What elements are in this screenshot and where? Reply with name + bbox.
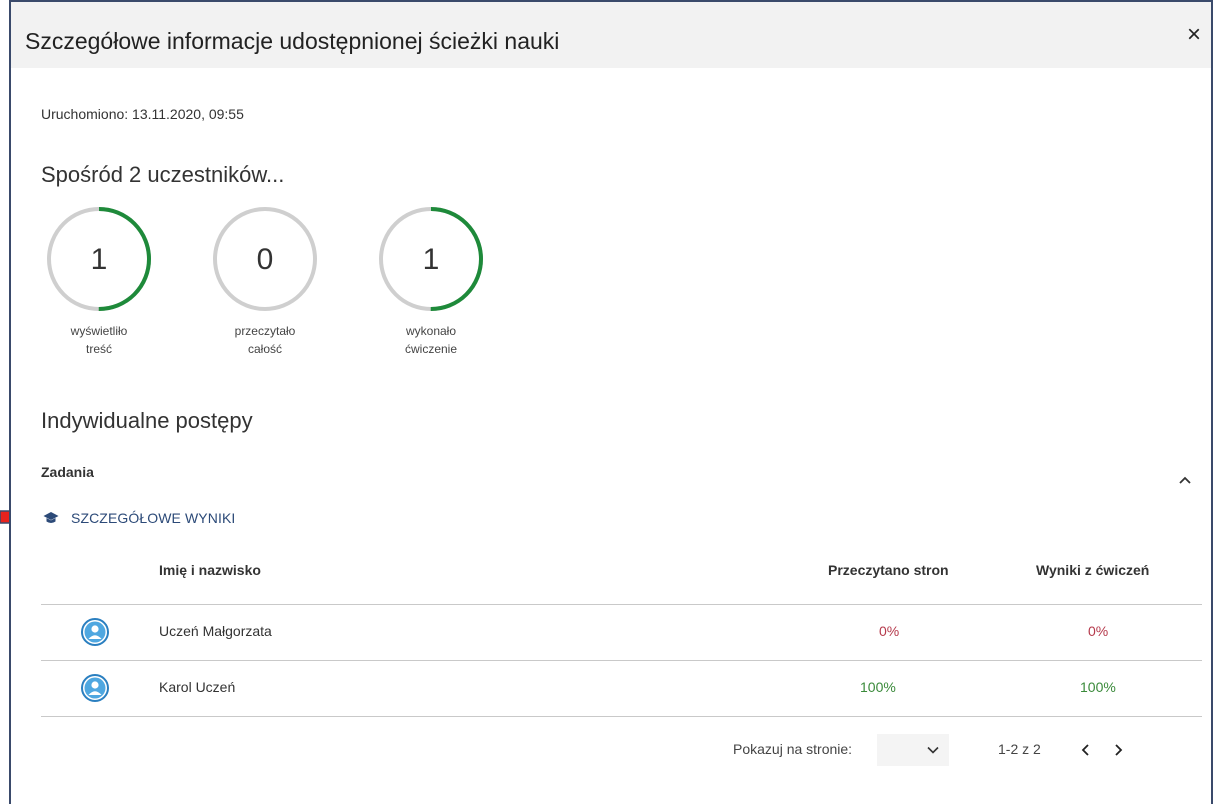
exercise-result-value: 100% [1080,679,1116,695]
next-page-button[interactable] [1108,740,1128,760]
tasks-label: Zadania [41,464,94,480]
column-header-name: Imię i nazwisko [159,562,261,578]
learning-path-details-dialog: Szczegółowe informacje udostępnionej ści… [9,0,1213,804]
column-header-exercise-results: Wyniki z ćwiczeń [1036,562,1150,578]
stat-label: przeczytało całość [234,324,296,356]
previous-page-button[interactable] [1076,740,1096,760]
chevron-up-icon[interactable] [1175,470,1195,490]
pagination-range: 1-2 z 2 [998,741,1041,757]
stat-read-all: 0 przeczytało całość [210,206,320,358]
stat-value: 1 [423,243,440,276]
individual-progress-heading: Indywidualne postępy [41,408,253,433]
stat-label: wyświetliło treść [70,324,128,356]
student-name: Uczeń Małgorzata [159,623,272,639]
detailed-results-link[interactable]: SZCZEGÓŁOWE WYNIKI [43,510,235,526]
user-avatar-icon [81,618,109,646]
user-avatar-icon [81,674,109,702]
close-button[interactable]: × [1183,23,1205,47]
pages-read-value: 100% [860,679,896,695]
graduation-cap-icon [43,512,59,523]
stat-viewed-content: 1 wyświetliło treść [44,206,154,358]
stat-did-exercise: 1 wykonało ćwiczenie [376,206,486,358]
stat-value: 0 [257,243,274,276]
progress-ring: 1 [47,207,151,311]
chevron-down-icon [927,746,939,754]
dialog-title: Szczegółowe informacje udostępnionej ści… [25,28,560,54]
summary-heading: Spośród 2 uczestników... [41,162,285,187]
rows-per-page-label: Pokazuj na stronie: [733,741,853,757]
table-divider [41,660,1202,661]
detailed-results-label: SZCZEGÓŁOWE WYNIKI [71,510,236,526]
table-divider [41,716,1202,717]
table-divider [41,604,1202,605]
progress-ring: 1 [379,207,483,311]
column-header-pages-read: Przeczytano stron [828,562,949,578]
stat-value: 1 [91,243,108,276]
stat-label: wykonało ćwiczenie [404,324,458,356]
student-name: Karol Uczeń [159,679,236,695]
pages-read-value: 0% [879,623,900,639]
dialog-header: Szczegółowe informacje udostępnionej ści… [11,2,1211,68]
progress-ring: 0 [213,207,317,311]
exercise-result-value: 0% [1088,623,1109,639]
started-timestamp: Uruchomiono: 13.11.2020, 09:55 [41,106,244,122]
dialog-body: Uruchomiono: 13.11.2020, 09:55 Spośród 2… [11,68,1211,804]
rows-per-page-select[interactable] [877,734,949,766]
